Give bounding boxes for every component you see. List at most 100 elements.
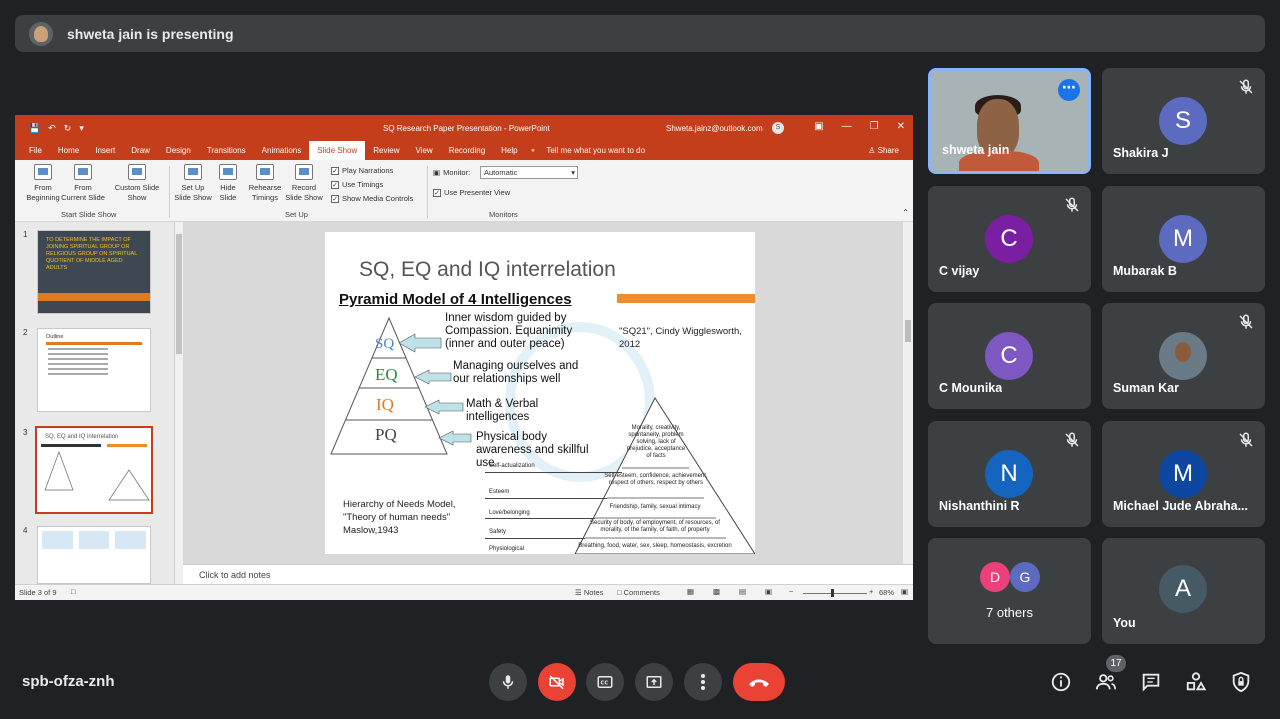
host-controls-button[interactable] xyxy=(1229,670,1253,694)
use-timings-label: Use Timings xyxy=(342,180,384,189)
accessibility-icon[interactable]: □ xyxy=(71,587,76,596)
rehearse-button[interactable]: Rehearse Timings xyxy=(247,164,283,203)
scrollbar-thumb[interactable] xyxy=(176,234,182,354)
zoom-slider[interactable] xyxy=(803,593,867,594)
participant-tile-c-vijay[interactable]: C C vijay xyxy=(928,186,1091,292)
reading-view-icon[interactable]: ▤ xyxy=(739,587,746,596)
notes-toggle[interactable]: ☰ Notes xyxy=(575,588,603,597)
checkbox-checked-icon: ✓ xyxy=(433,188,441,197)
participant-tile-mubarak[interactable]: M Mubarak B xyxy=(1102,186,1265,292)
tell-me-search[interactable]: Tell me what you want to do xyxy=(546,146,645,155)
slide-sorter-icon[interactable]: ▩ xyxy=(713,587,720,596)
tab-home[interactable]: Home xyxy=(50,141,87,160)
tab-design[interactable]: Design xyxy=(158,141,199,160)
present-button[interactable] xyxy=(635,663,673,701)
comments-toggle[interactable]: □ Comments xyxy=(617,588,660,597)
minimize-icon[interactable]: — xyxy=(842,121,852,132)
participant-tile-suman[interactable]: Suman Kar xyxy=(1102,303,1265,409)
slide-thumbnail-1[interactable]: TO DETERMINE THE IMPACT OF JOINING SPIRI… xyxy=(37,230,151,314)
tab-animations[interactable]: Animations xyxy=(254,141,310,160)
group-monitors: Monitors xyxy=(489,210,518,219)
tab-recording[interactable]: Recording xyxy=(441,141,493,160)
normal-view-icon[interactable]: ▦ xyxy=(687,587,694,596)
mic-off-icon xyxy=(1065,197,1079,212)
maximize-icon[interactable]: ❐ xyxy=(870,121,879,132)
collapse-ribbon-icon[interactable]: ⌃ xyxy=(902,208,909,217)
scrollbar-thumb[interactable] xyxy=(905,320,911,342)
maslow-top-text: Morality, creativity, spontaneity, probl… xyxy=(626,425,686,459)
tab-slide-show[interactable]: Slide Show xyxy=(309,141,366,160)
chat-button[interactable] xyxy=(1139,670,1163,694)
close-icon[interactable]: ✕ xyxy=(897,121,905,132)
zoom-level[interactable]: 68% xyxy=(879,588,894,597)
people-button[interactable] xyxy=(1094,670,1118,694)
fit-slide-icon[interactable]: ▣ xyxy=(901,587,908,596)
mic-off-icon xyxy=(1239,432,1253,447)
slideshow-view-icon[interactable]: ▣ xyxy=(765,587,772,596)
slide-thumbnail-4[interactable] xyxy=(37,526,151,584)
window-controls: ▣ — ❐ ✕ xyxy=(814,121,905,132)
undo-icon[interactable]: ↶ xyxy=(48,123,56,134)
participant-tile-shweta[interactable]: ⋯ shweta jain xyxy=(928,68,1091,174)
slide-thumbnail-2[interactable]: Outline xyxy=(37,328,151,412)
monitor-value: Automatic xyxy=(484,168,518,177)
participant-tile-shakira[interactable]: S Shakira J xyxy=(1102,68,1265,174)
setup-show-button[interactable]: Set Up Slide Show xyxy=(173,164,213,203)
maslow-esteem-text: Self-esteem, confidence, achievement, re… xyxy=(604,473,708,486)
show-media-label: Show Media Controls xyxy=(342,194,414,203)
checkbox-checked-icon: ✓ xyxy=(331,194,339,203)
use-timings-checkbox[interactable]: ✓ Use Timings xyxy=(331,180,383,189)
monitor-label: ▣ Monitor: xyxy=(433,168,470,177)
monitor-select[interactable]: Automatic ▾ xyxy=(480,166,578,179)
tab-draw[interactable]: Draw xyxy=(123,141,158,160)
avatar: C xyxy=(985,332,1033,380)
notes-pane[interactable]: Click to add notes xyxy=(183,564,913,584)
participant-tile-you[interactable]: A You xyxy=(1102,538,1265,644)
more-options-icon[interactable]: ⋯ xyxy=(1058,79,1080,101)
presenter-view-checkbox[interactable]: ✓ Use Presenter View xyxy=(433,188,510,197)
from-current-button[interactable]: From Current Slide xyxy=(61,164,105,203)
thumbnail-scrollbar[interactable] xyxy=(175,222,183,584)
record-button[interactable]: Record Slide Show xyxy=(283,164,325,203)
tab-insert[interactable]: Insert xyxy=(87,141,123,160)
participant-tile-c-mounika[interactable]: C C Mounika xyxy=(928,303,1091,409)
custom-show-button[interactable]: Custom Slide Show xyxy=(111,164,163,203)
participant-tile-michael[interactable]: M Michael Jude Abraha... xyxy=(1102,421,1265,527)
custom-show-label: Custom Slide Show xyxy=(114,183,160,202)
ppt-account[interactable]: Shweta.jainz@outlook.com xyxy=(666,124,763,133)
account-avatar[interactable]: S xyxy=(772,122,784,134)
hide-slide-button[interactable]: Hide Slide xyxy=(215,164,241,203)
share-button[interactable]: ♙ Share xyxy=(868,146,899,155)
leave-call-button[interactable] xyxy=(733,663,785,701)
maslow-label-line xyxy=(485,518,595,519)
show-media-controls-checkbox[interactable]: ✓ Show Media Controls xyxy=(331,194,413,203)
tab-view[interactable]: View xyxy=(408,141,441,160)
activities-button[interactable] xyxy=(1184,670,1208,694)
zoom-slider-thumb[interactable] xyxy=(831,589,834,597)
editor-scrollbar[interactable] xyxy=(903,222,913,564)
tab-file[interactable]: File xyxy=(21,141,50,160)
more-options-button[interactable] xyxy=(684,663,722,701)
from-beginning-button[interactable]: From Beginning xyxy=(21,164,65,203)
tab-help[interactable]: Help xyxy=(493,141,525,160)
play-narrations-checkbox[interactable]: ✓ Play Narrations xyxy=(331,166,393,175)
microphone-button[interactable] xyxy=(489,663,527,701)
redo-icon[interactable]: ↻ xyxy=(64,123,72,134)
zoom-out-icon[interactable]: − xyxy=(789,587,793,596)
ribbon-display-icon[interactable]: ▣ xyxy=(814,121,823,132)
meeting-details-button[interactable] xyxy=(1049,670,1073,694)
tab-review[interactable]: Review xyxy=(365,141,407,160)
participant-name: Nishanthini R xyxy=(939,499,1020,513)
save-icon[interactable]: 💾 xyxy=(29,123,40,134)
slide-thumbnail-3[interactable]: SQ, EQ and IQ interrelation xyxy=(35,426,153,514)
others-count-label: 7 others xyxy=(986,605,1033,620)
captions-button[interactable]: CC xyxy=(586,663,624,701)
zoom-in-icon[interactable]: + xyxy=(869,587,873,596)
participant-tile-nishanthini[interactable]: N Nishanthini R xyxy=(928,421,1091,527)
customize-icon[interactable]: ▾ xyxy=(79,123,84,134)
camera-button[interactable] xyxy=(538,663,576,701)
tab-transitions[interactable]: Transitions xyxy=(199,141,254,160)
maslow-label-love: Love/belonging xyxy=(489,510,530,516)
others-tile[interactable]: D G 7 others xyxy=(928,538,1091,644)
current-slide[interactable]: SQ, EQ and IQ interrelation Pyramid Mode… xyxy=(325,232,755,554)
